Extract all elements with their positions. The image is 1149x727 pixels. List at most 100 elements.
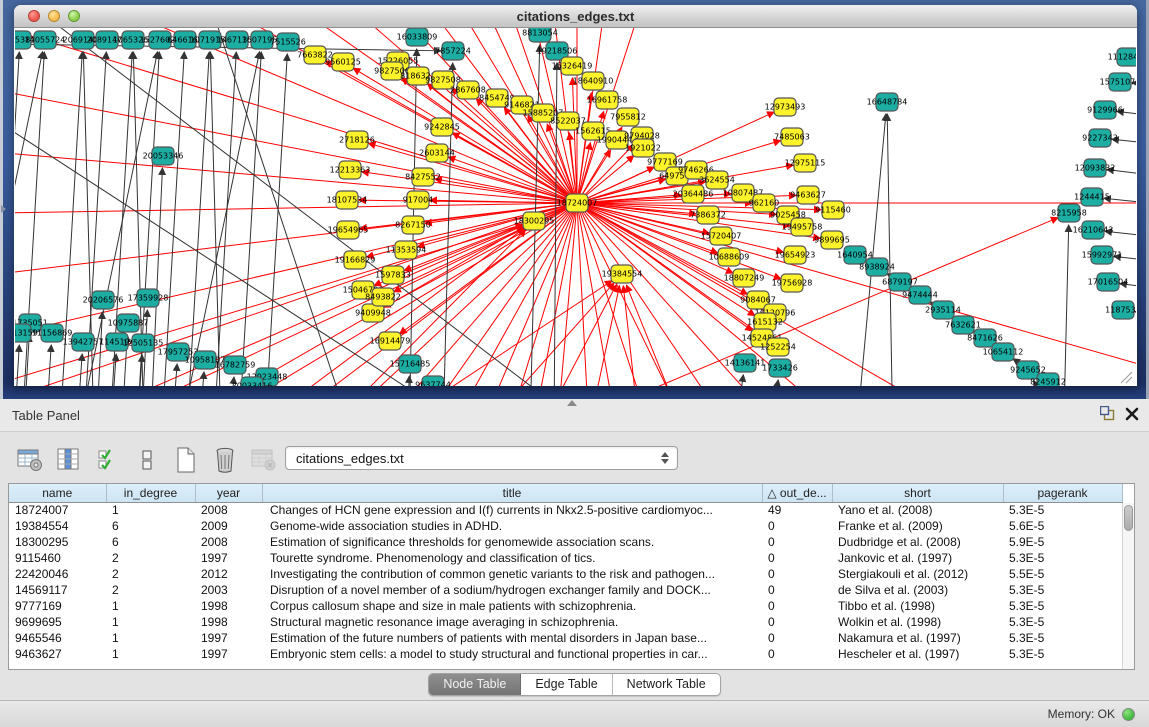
column-header-out_de[interactable]: △ out_de...: [762, 484, 832, 502]
graph-node-label: 1921022: [625, 144, 661, 153]
graph-node-label: 1562615: [575, 127, 611, 136]
graph-node-label: 8813054: [522, 29, 558, 38]
table-row[interactable]: 946362711997Embryonic stem cells: a mode…: [9, 646, 1122, 662]
graph-node-label: 16782759: [215, 361, 256, 370]
column-header-short[interactable]: short: [832, 484, 1003, 502]
graph-node-label: 962160: [749, 199, 780, 208]
graph-node-label: 19495758: [782, 223, 823, 232]
graph-node-label: 8427552: [405, 173, 441, 182]
graph-node-label: 3624554: [699, 176, 735, 185]
window-title: citations_edges.txt: [14, 9, 1137, 24]
graph-node-label: 9115460: [815, 206, 851, 215]
graph-node-label: 11353594: [386, 246, 427, 255]
graph-node-label: 917004: [403, 196, 434, 205]
graph-node-label: 20206576: [83, 296, 124, 305]
table-toolbar: f(x): [16, 443, 317, 477]
graph-node-label: 18300295: [514, 217, 555, 226]
table-scrollbar-thumb[interactable]: [1124, 505, 1133, 531]
tab-edge-table[interactable]: Edge Table: [521, 674, 612, 695]
column-header-in_degree[interactable]: in_degree: [106, 484, 195, 502]
memory-status-icon[interactable]: [1122, 708, 1135, 721]
graph-node-label: 19166829: [335, 256, 376, 265]
graph-node-label: 1252254: [760, 343, 796, 352]
graph-node-label: 2935114: [925, 306, 961, 315]
graph-node-label: 7515526: [270, 38, 306, 47]
column-header-year[interactable]: year: [195, 484, 262, 502]
graph-node-label: 1244415: [1074, 193, 1110, 202]
graph-node-label: 7386372: [690, 211, 726, 220]
graph-node-label: 18724007: [557, 199, 598, 208]
table-row[interactable]: 969969511998Structural magnetic resonanc…: [9, 614, 1122, 630]
combo-stepper-icon: [657, 452, 677, 464]
table-tabs: Node TableEdge TableNetwork Table: [0, 673, 1149, 696]
graph-node-label: 20053346: [143, 152, 184, 161]
status-bar: Memory: OK: [0, 700, 1149, 727]
table-row[interactable]: 946554611997Estimation of the future num…: [9, 630, 1122, 646]
graph-node-label: 17359928: [128, 294, 169, 303]
graph-node-label: 8267150: [395, 221, 431, 230]
column-header-name[interactable]: name: [9, 484, 106, 502]
graph-node-label: 15716485: [390, 360, 431, 369]
graph-node-label: 12973493: [765, 103, 806, 112]
table-row[interactable]: 1872400712008Changes of HCN gene express…: [9, 502, 1122, 518]
table-header-row: namein_degreeyeartitle△ out_de...shortpa…: [9, 484, 1122, 502]
graph-node-label: 1733426: [762, 364, 798, 373]
table-row[interactable]: 977716911998Corpus callosum shape and si…: [9, 598, 1122, 614]
graph-node-label: 9899695: [814, 236, 850, 245]
panel-collapse-arrow[interactable]: [1, 205, 6, 213]
graph-node-label: 7632621: [945, 321, 981, 330]
network-canvas[interactable]: 1872400718300295193845542055381214055724…: [15, 28, 1136, 386]
graph-node-label: 19384554: [602, 270, 643, 279]
column-header-pagerank[interactable]: pagerank: [1003, 484, 1122, 502]
graph-node-label: 9129966: [1087, 106, 1123, 115]
table-row[interactable]: 2242004622012Investigating the contribut…: [9, 566, 1122, 582]
graph-node-label: 20033416: [232, 382, 273, 387]
graph-node-label: 9560125: [325, 58, 361, 67]
graph-node-label: 12213363: [330, 166, 371, 175]
network-window[interactable]: citations_edges.txt 1872400718300295 1938…: [14, 5, 1137, 386]
graph-node-label: 11156869: [32, 329, 73, 338]
desktop-left-edge: [0, 0, 3, 399]
network-window-titlebar[interactable]: citations_edges.txt: [14, 5, 1137, 28]
float-panel-icon[interactable]: [1100, 406, 1115, 421]
row-height-icon[interactable]: [133, 446, 161, 474]
splitter-handle[interactable]: [567, 400, 577, 406]
graph-node-label: 9084067: [740, 296, 776, 305]
graph-node-label: 9409948: [355, 309, 391, 318]
graph-node-label: 15326419: [552, 62, 593, 71]
table-row[interactable]: 1456911722003Disruption of a novel membe…: [9, 582, 1122, 598]
graph-node-label: 15720407: [701, 232, 742, 241]
graph-node-label: 12505135: [123, 339, 164, 348]
graph-node-label: 2718126: [339, 136, 375, 145]
table-row[interactable]: 1830029562008Estimation of significance …: [9, 534, 1122, 550]
tab-node-table[interactable]: Node Table: [429, 674, 521, 695]
new-document-icon[interactable]: [172, 446, 200, 474]
delete-table-icon: [250, 446, 278, 474]
graph-node-label: 13942757: [63, 338, 104, 347]
select-rows-icon[interactable]: [94, 446, 122, 474]
cytoscape-app: { "window": { "title": "citations_edges.…: [0, 0, 1149, 727]
tab-network-table[interactable]: Network Table: [613, 674, 720, 695]
graph-node-label: 14055724: [25, 36, 66, 45]
table-settings-icon[interactable]: [16, 446, 44, 474]
node-table: namein_degreeyeartitle△ out_de...shortpa…: [8, 483, 1135, 670]
graph-node-label: 16648784: [867, 98, 908, 107]
table-selector-combo[interactable]: citations_edges.txt: [285, 446, 678, 470]
table-panel: Table Panel: [0, 399, 1149, 700]
table-row[interactable]: 1938455462009Genome-wide association stu…: [9, 518, 1122, 534]
close-panel-icon[interactable]: [1125, 407, 1139, 421]
delete-icon[interactable]: [211, 446, 239, 474]
table-selector-value: citations_edges.txt: [296, 451, 404, 466]
window-resize-grip[interactable]: [1119, 370, 1133, 384]
graph-node-label: 20364486: [673, 190, 714, 199]
graph-node-label: 15992971: [1082, 251, 1123, 260]
graph-node-label: 6879197: [882, 278, 918, 287]
show-columns-icon[interactable]: [55, 446, 83, 474]
graph-node-label: 12093832: [1075, 164, 1116, 173]
graph-node-label: 7485063: [774, 133, 810, 142]
graph-node-label: 1187531: [1105, 306, 1136, 315]
graph-node-label: 8215958: [1051, 209, 1087, 218]
table-row[interactable]: 911546021997Tourette syndrome. Phenomeno…: [9, 550, 1122, 566]
table-scrollbar[interactable]: [1122, 503, 1134, 669]
column-header-title[interactable]: title: [262, 484, 762, 502]
